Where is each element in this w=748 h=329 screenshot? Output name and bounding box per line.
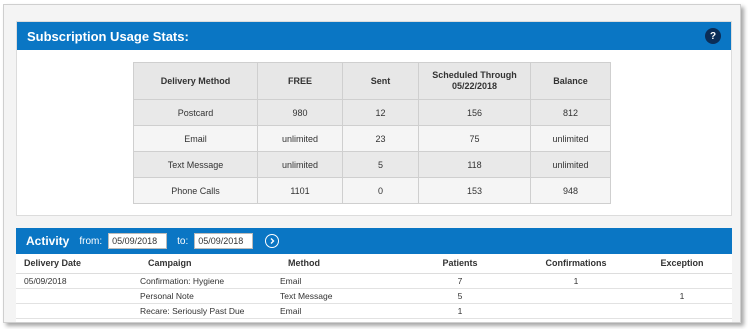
cell-free: 980 bbox=[257, 99, 343, 126]
cell-method: Email bbox=[133, 125, 258, 152]
cell-scheduled: 118 bbox=[418, 151, 531, 178]
activity-header: Activity from: to: bbox=[16, 228, 732, 254]
col-delivery-date: Delivery Date bbox=[16, 254, 140, 274]
cell-method: Text Message bbox=[133, 151, 258, 178]
cell-scheduled: 75 bbox=[418, 125, 531, 152]
cell-balance: unlimited bbox=[530, 151, 611, 178]
from-date-input[interactable] bbox=[108, 233, 168, 249]
col-exception: Exception bbox=[632, 254, 732, 274]
col-method: Method bbox=[280, 254, 400, 274]
campaign-cell: Recare: Seriously Past Due bbox=[140, 303, 280, 319]
help-question-icon[interactable]: ? bbox=[705, 28, 721, 44]
method-cell: Email bbox=[280, 303, 400, 319]
cell-free: unlimited bbox=[257, 125, 343, 152]
cell-balance: 812 bbox=[530, 99, 611, 126]
to-label: to: bbox=[177, 235, 189, 247]
cell-sent: 12 bbox=[342, 99, 419, 126]
cell-sent: 0 bbox=[342, 177, 419, 204]
cell-balance: 948 bbox=[530, 177, 611, 204]
usage-stats-table: Delivery Method FREE Sent Scheduled Thro… bbox=[133, 62, 611, 204]
delivery-date-link[interactable] bbox=[16, 303, 140, 319]
activity-header-row: Delivery Date Campaign Method Patients C… bbox=[16, 254, 732, 274]
cell-method: Postcard bbox=[133, 99, 258, 126]
patients-link[interactable]: 7 bbox=[400, 273, 520, 289]
usage-header-row: Delivery Method FREE Sent Scheduled Thro… bbox=[133, 62, 611, 100]
usage-row-email: Email unlimited 23 75 unlimited bbox=[133, 125, 611, 152]
delivery-date-link[interactable] bbox=[16, 288, 140, 304]
activity-panel: Activity from: to: Delivery Date Campaig… bbox=[16, 228, 732, 322]
col-confirmations: Confirmations bbox=[520, 254, 632, 274]
patients-link[interactable]: 5 bbox=[400, 288, 520, 304]
to-date-input[interactable] bbox=[194, 233, 254, 249]
col-scheduled-through: Scheduled Through 05/22/2018 bbox=[418, 62, 531, 100]
subscription-title: Subscription Usage Stats: bbox=[27, 28, 189, 44]
activity-title: Activity bbox=[26, 234, 70, 248]
exception-link[interactable] bbox=[632, 303, 732, 319]
usage-row-phone-calls: Phone Calls 1101 0 153 948 bbox=[133, 177, 611, 204]
delivery-date-link[interactable]: 05/09/2018 bbox=[16, 273, 140, 289]
col-delivery-method: Delivery Method bbox=[133, 62, 258, 100]
activity-table: Delivery Date Campaign Method Patients C… bbox=[16, 254, 732, 319]
campaign-cell: Confirmation: Hygiene bbox=[140, 273, 280, 289]
usage-row-postcard: Postcard 980 12 156 812 bbox=[133, 99, 611, 126]
chevron-right-circle-icon[interactable] bbox=[265, 234, 280, 248]
col-balance: Balance bbox=[530, 62, 611, 100]
cell-sent: 5 bbox=[342, 151, 419, 178]
from-label: from: bbox=[79, 235, 103, 247]
table-row: Recare: Seriously Past Due Email 1 bbox=[16, 303, 732, 319]
patients-link[interactable]: 1 bbox=[400, 303, 520, 319]
col-campaign: Campaign bbox=[140, 254, 280, 274]
cell-scheduled: 156 bbox=[418, 99, 531, 126]
table-row: Personal Note Text Message 5 1 bbox=[16, 288, 732, 304]
confirmations-link[interactable]: 1 bbox=[520, 273, 632, 289]
cell-free: unlimited bbox=[257, 151, 343, 178]
method-cell: Text Message bbox=[280, 288, 400, 304]
col-free: FREE bbox=[257, 62, 343, 100]
exception-link[interactable] bbox=[632, 273, 732, 289]
cell-method: Phone Calls bbox=[133, 177, 258, 204]
page-frame: Subscription Usage Stats: ? Delivery Met… bbox=[3, 4, 741, 323]
cell-scheduled: 153 bbox=[418, 177, 531, 204]
usage-row-text-message: Text Message unlimited 5 118 unlimited bbox=[133, 151, 611, 178]
col-sent: Sent bbox=[342, 62, 419, 100]
campaign-cell: Personal Note bbox=[140, 288, 280, 304]
cell-free: 1101 bbox=[257, 177, 343, 204]
confirmations-link[interactable] bbox=[520, 288, 632, 304]
col-patients: Patients bbox=[400, 254, 520, 274]
subscription-panel: Subscription Usage Stats: ? Delivery Met… bbox=[16, 21, 732, 216]
cell-balance: unlimited bbox=[530, 125, 611, 152]
cell-sent: 23 bbox=[342, 125, 419, 152]
method-cell: Email bbox=[280, 273, 400, 289]
subscription-header: Subscription Usage Stats: ? bbox=[17, 22, 731, 50]
confirmations-link[interactable] bbox=[520, 303, 632, 319]
exception-link[interactable]: 1 bbox=[632, 288, 732, 304]
table-row: 05/09/2018 Confirmation: Hygiene Email 7… bbox=[16, 273, 732, 289]
